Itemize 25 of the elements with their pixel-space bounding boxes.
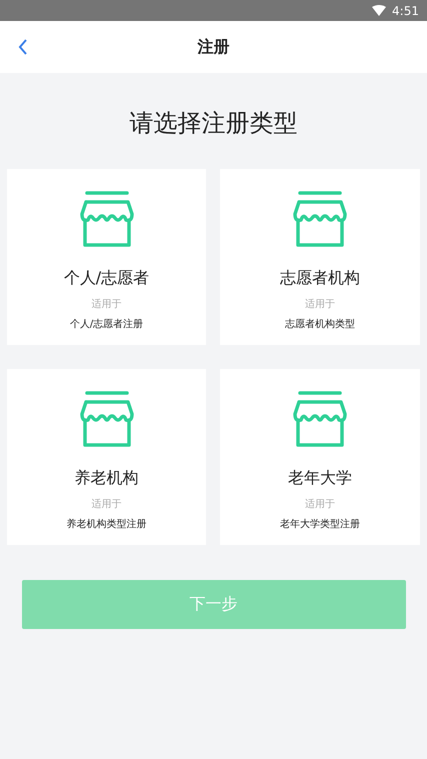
type-caption: 适用于 (305, 298, 335, 311)
wifi-icon (372, 5, 386, 16)
storefront-icon (80, 390, 134, 448)
type-caption: 适用于 (92, 298, 122, 311)
type-name: 个人/志愿者 (64, 268, 150, 289)
type-card[interactable]: 志愿者机构 适用于 志愿者机构类型 (220, 169, 420, 345)
type-description: 老年大学类型注册 (280, 518, 360, 531)
storefront-icon (80, 190, 134, 248)
back-icon (18, 39, 28, 55)
type-card[interactable]: 个人/志愿者 适用于 个人/志愿者注册 (7, 169, 206, 345)
type-description: 养老机构类型注册 (66, 518, 146, 531)
status-time: 4:51 (392, 4, 419, 18)
page-title: 注册 (198, 36, 230, 58)
type-description: 个人/志愿者注册 (70, 318, 144, 331)
type-caption: 适用于 (92, 498, 122, 511)
type-description: 志愿者机构类型 (285, 318, 355, 331)
type-name: 老年大学 (288, 468, 352, 489)
type-name: 志愿者机构 (280, 268, 360, 289)
type-card[interactable]: 老年大学 适用于 老年大学类型注册 (220, 369, 420, 545)
storefront-icon (293, 390, 347, 448)
type-caption: 适用于 (305, 498, 335, 511)
page-heading: 请选择注册类型 (128, 108, 298, 139)
storefront-icon (293, 190, 347, 248)
type-name: 养老机构 (74, 468, 138, 489)
type-card[interactable]: 养老机构 适用于 养老机构类型注册 (7, 369, 206, 545)
